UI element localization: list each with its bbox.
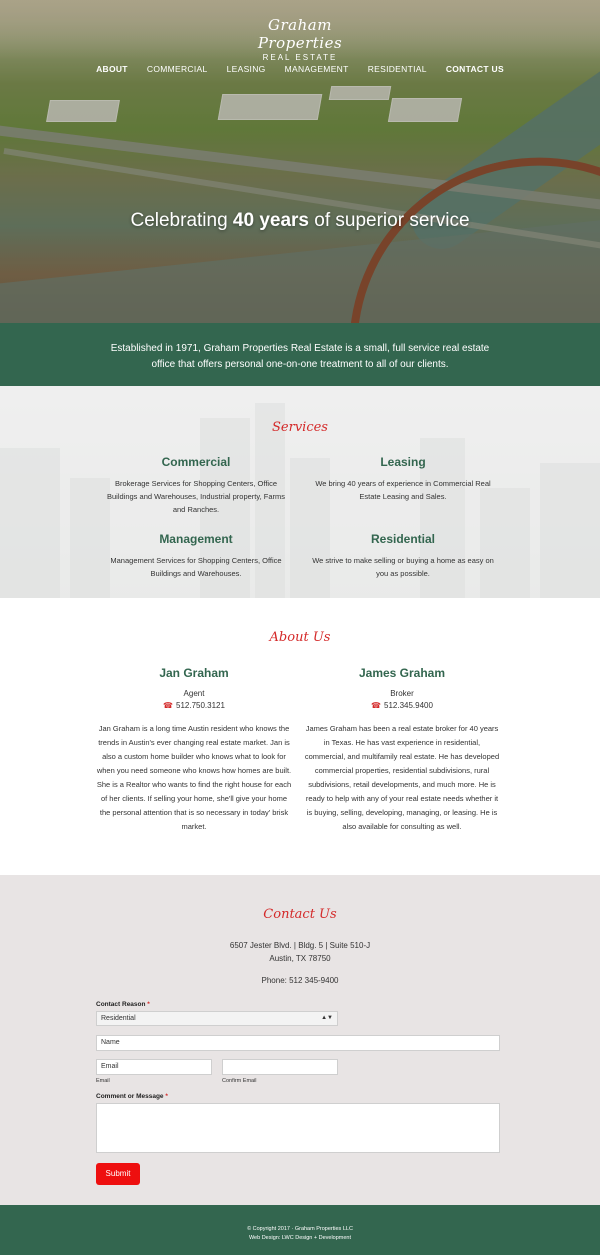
nav-about[interactable]: ABOUT [96,64,128,74]
comment-label: Comment or Message * [96,1093,168,1100]
service-text: Management Services for Shopping Centers… [110,556,282,578]
hero-banner: Graham Properties REAL ESTATE ABOUT COMM… [0,0,600,323]
email-sublabel: Email [96,1078,110,1084]
person-phone[interactable]: ☎ 512.750.3121 [96,701,292,710]
name-placeholder: Name [101,1039,120,1046]
select-arrows-icon: ▲▼ [321,1015,333,1021]
service-text: Brokerage Services for Shopping Centers,… [107,479,285,514]
email-placeholder: Email [101,1063,119,1070]
required-mark: * [165,1093,168,1100]
nav-contact-us[interactable]: CONTACT US [446,64,504,74]
logo-script: Graham Properties [257,16,343,52]
person-phone-number[interactable]: 512.345.9400 [384,701,433,710]
address-line-1: 6507 Jester Blvd. | Bldg. 5 | Suite 510-… [229,941,371,950]
services-overlay [0,386,600,598]
comment-textarea[interactable] [96,1103,500,1153]
confirm-email-input[interactable] [222,1059,338,1075]
service-heading[interactable]: Leasing [308,455,498,469]
person-name: James Graham [358,666,446,680]
confirm-email-sublabel: Confirm Email [222,1078,257,1084]
name-input[interactable]: Name [96,1035,500,1051]
intro-text: Established in 1971, Graham Properties R… [110,343,490,370]
services-title: Services [272,420,328,435]
service-heading[interactable]: Commercial [101,455,291,469]
nav-commercial[interactable]: COMMERCIAL [147,64,208,74]
contact-reason-select[interactable]: Residential ▲▼ [96,1011,338,1026]
hero-headline-emphasis: 40 years [232,210,309,231]
email-input[interactable]: Email [96,1059,212,1075]
person-bio: James Graham has been a real estate brok… [304,724,500,831]
services-section: Services Commercial Brokerage Services f… [0,386,600,598]
site-footer: © Copyright 2017 · Graham Properties LLC… [0,1205,600,1255]
person-name: Jan Graham [159,666,229,680]
service-management: Management Management Services for Shopp… [101,532,291,580]
person-phone[interactable]: ☎ 512.345.9400 [304,701,500,710]
submit-button[interactable]: Submit [96,1163,140,1185]
person-role: Agent [183,689,205,698]
nav-leasing[interactable]: LEASING [227,64,266,74]
contact-reason-value: Residential [101,1015,136,1022]
phone-icon: ☎ [163,701,174,710]
contact-reason-label-text: Contact Reason [96,1001,146,1008]
contact-section: Contact Us 6507 Jester Blvd. | Bldg. 5 |… [0,875,600,1205]
footer-copyright: © Copyright 2017 · Graham Properties LLC [247,1226,353,1232]
service-residential: Residential We strive to make selling or… [308,532,498,580]
hero-headline: Celebrating 40 years of superior service [0,210,600,232]
person-james-graham: James Graham Broker ☎ 512.345.9400 James … [304,666,500,834]
contact-title: Contact Us [263,907,337,922]
person-role: Broker [390,689,414,698]
person-phone-number[interactable]: 512.750.3121 [176,701,225,710]
service-commercial: Commercial Brokerage Services for Shoppi… [101,455,291,516]
service-heading[interactable]: Management [101,532,291,546]
contact-phone: Phone: 512 345-9400 [261,976,339,985]
service-text: We bring 40 years of experience in Comme… [315,479,491,501]
about-section: About Us Jan Graham Agent ☎ 512.750.3121 … [0,598,600,875]
service-text: We strive to make selling or buying a ho… [312,556,494,578]
person-jan-graham: Jan Graham Agent ☎ 512.750.3121 Jan Graha… [96,666,292,834]
comment-label-text: Comment or Message [96,1093,164,1100]
address-line-2: Austin, TX 78750 [269,954,331,963]
nav-residential[interactable]: RESIDENTIAL [368,64,427,74]
service-heading[interactable]: Residential [308,532,498,546]
main-nav: ABOUT COMMERCIAL LEASING MANAGEMENT RESI… [0,57,600,76]
required-mark: * [147,1001,150,1008]
nav-management[interactable]: MANAGEMENT [285,64,349,74]
phone-icon: ☎ [371,701,382,710]
about-title: About Us [269,630,331,645]
service-leasing: Leasing We bring 40 years of experience … [308,455,498,503]
contact-address: 6507 Jester Blvd. | Bldg. 5 | Suite 510-… [0,939,600,965]
hero-headline-suffix: of superior service [309,210,470,231]
intro-banner: Established in 1971, Graham Properties R… [0,323,600,386]
footer-credit[interactable]: Web Design: LWC Design + Development [0,1234,600,1243]
person-bio: Jan Graham is a long time Austin residen… [96,724,292,831]
site-logo[interactable]: Graham Properties REAL ESTATE [240,16,360,62]
contact-reason-label: Contact Reason * [96,1001,150,1008]
hero-headline-prefix: Celebrating [130,210,233,231]
